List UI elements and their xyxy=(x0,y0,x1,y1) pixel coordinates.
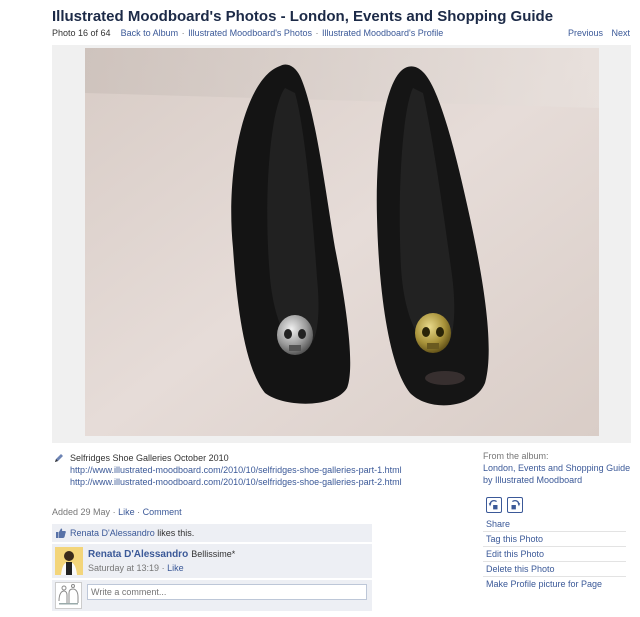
next-link[interactable]: Next xyxy=(611,28,630,38)
page-title: Illustrated Moodboard's Photos - London,… xyxy=(52,8,554,25)
profile-link[interactable]: Illustrated Moodboard's Profile xyxy=(322,28,443,38)
comment-author-link[interactable]: Renata D'Alessandro xyxy=(88,549,188,560)
main-photo[interactable] xyxy=(85,48,599,436)
pager: Previous Next xyxy=(562,28,630,38)
album-label: From the album: xyxy=(483,451,549,461)
likes-suffix: likes this. xyxy=(157,528,195,538)
blog-link-part-1[interactable]: http://www.illustrated-moodboard.com/201… xyxy=(70,464,402,476)
comment-meta: Saturday at 13:19 · Like xyxy=(88,563,184,573)
comment-body: Bellissime* xyxy=(191,549,236,559)
added-date: Added 29 May xyxy=(52,507,111,517)
like-link[interactable]: Like xyxy=(118,507,135,517)
album-owner-link[interactable]: Illustrated Moodboard xyxy=(495,475,582,485)
previous-link[interactable]: Previous xyxy=(568,28,603,38)
separator: · xyxy=(181,28,185,38)
album-name-link[interactable]: London, Events and Shopping Guide xyxy=(483,462,630,474)
separator: · xyxy=(161,563,165,573)
comment-like-link[interactable]: Like xyxy=(167,563,184,573)
photos-link[interactable]: Illustrated Moodboard's Photos xyxy=(188,28,312,38)
photo-meta: Added 29 May · Like · Comment xyxy=(52,507,182,517)
avatar xyxy=(55,582,82,609)
rotate-left-icon[interactable] xyxy=(486,497,502,513)
photo-subnav: Photo 16 of 64 Back to Album · Illustrat… xyxy=(52,28,443,38)
rotate-right-icon[interactable] xyxy=(507,497,523,513)
comment-item: Renata D'Alessandro Bellissime* Saturday … xyxy=(52,544,372,578)
back-to-album-link[interactable]: Back to Album xyxy=(121,28,179,38)
delete-photo-button[interactable]: Delete this Photo xyxy=(483,561,626,575)
caption-text: Selfridges Shoe Galleries October 2010 xyxy=(70,453,229,463)
liker-name-link[interactable]: Renata D'Alessandro xyxy=(70,528,155,538)
comment-timestamp: Saturday at 13:19 xyxy=(88,563,160,573)
comment-link[interactable]: Comment xyxy=(143,507,182,517)
user-avatar-image xyxy=(56,583,81,608)
avatar[interactable] xyxy=(55,547,83,575)
shoes-photo-image xyxy=(85,48,599,436)
tag-photo-button[interactable]: Tag this Photo xyxy=(483,531,626,545)
separator: · xyxy=(137,507,141,517)
separator: · xyxy=(112,507,116,517)
comment-author-line: Renata D'Alessandro Bellissime* xyxy=(88,549,235,560)
write-comment-box xyxy=(52,580,372,611)
make-profile-picture-button[interactable]: Make Profile picture for Page xyxy=(483,576,626,590)
thumbs-up-icon xyxy=(56,528,66,538)
album-owner-line: by Illustrated Moodboard xyxy=(483,474,630,486)
separator: · xyxy=(315,28,319,38)
blog-link-part-2[interactable]: http://www.illustrated-moodboard.com/201… xyxy=(70,476,402,488)
edit-photo-button[interactable]: Edit this Photo xyxy=(483,546,626,560)
album-by: by xyxy=(483,475,493,485)
avatar-image xyxy=(55,547,83,575)
photo-counter: Photo 16 of 64 xyxy=(52,28,111,38)
likes-text: Renata D'Alessandro likes this. xyxy=(70,528,194,538)
pencil-icon[interactable] xyxy=(54,453,64,463)
album-info: From the album: London, Events and Shopp… xyxy=(483,450,630,486)
comment-input[interactable] xyxy=(87,584,367,600)
share-button[interactable]: Share xyxy=(486,519,510,529)
likes-bar: Renata D'Alessandro likes this. xyxy=(52,524,372,542)
photo-frame xyxy=(52,45,631,443)
